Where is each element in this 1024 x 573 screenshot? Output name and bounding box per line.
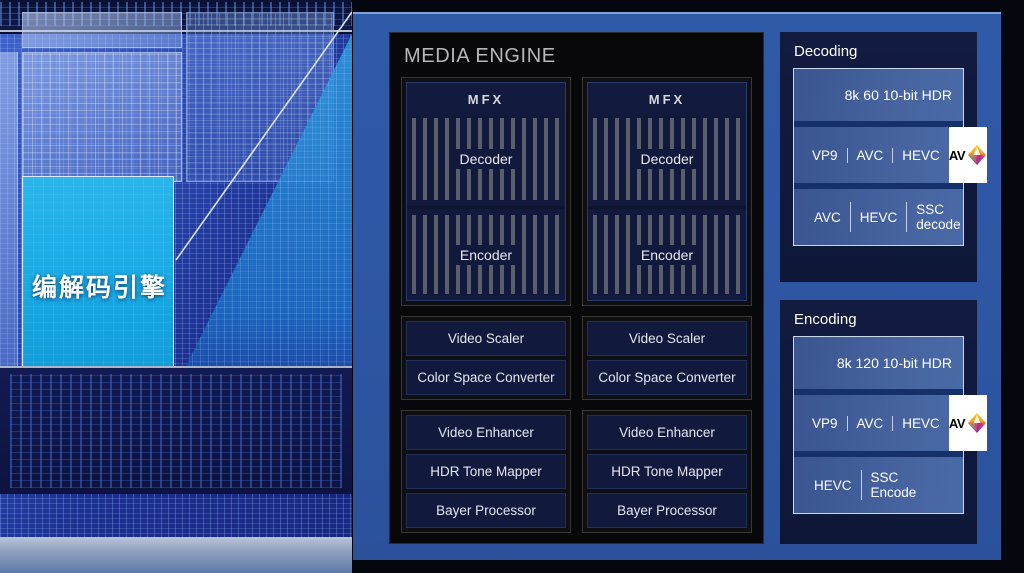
cell-bayer-processor-1[interactable]: Bayer Processor <box>406 493 566 528</box>
cell-video-enhancer-1[interactable]: Video Enhancer <box>406 415 566 450</box>
av1-logo-text-decoding: AV <box>948 147 966 163</box>
mfx-block-2[interactable]: MFX Decoder Encoder <box>582 77 752 306</box>
encoding-extra-band: HEVC SSC Encode <box>794 457 963 513</box>
cell-bayer-processor-2[interactable]: Bayer Processor <box>587 493 747 528</box>
encoding-extra-hevc[interactable]: HEVC <box>805 470 861 500</box>
av1-diamond-icon <box>968 413 987 433</box>
die-block-left-edge <box>0 52 18 372</box>
mfx-label-2: MFX <box>648 92 686 107</box>
die-photo: 编解码引擎 <box>0 0 352 573</box>
encoding-codec-vp9[interactable]: VP9 <box>803 416 847 431</box>
media-engine-column-2: MFX Decoder Encoder Video Scaler Color S… <box>582 77 752 543</box>
cell-color-space-converter-1[interactable]: Color Space Converter <box>406 360 566 395</box>
media-engine-card: MEDIA ENGINE MFX Decoder Encoder Video S… <box>389 32 764 544</box>
mfx-block-1[interactable]: MFX Decoder Encoder <box>401 77 571 306</box>
die-package-edge <box>0 537 352 573</box>
cell-video-enhancer-2[interactable]: Video Enhancer <box>587 415 747 450</box>
encoding-codec-avc[interactable]: AVC <box>846 415 893 431</box>
cell-color-space-converter-2[interactable]: Color Space Converter <box>587 360 747 395</box>
encoding-codec-hevc[interactable]: HEVC <box>892 415 949 431</box>
decoding-extra-ssc[interactable]: SSC decode <box>906 202 969 232</box>
mfx-inner-2: MFX Decoder Encoder <box>587 82 747 301</box>
decoding-codec-avc[interactable]: AVC <box>846 147 893 163</box>
media-engine-columns: MFX Decoder Encoder Video Scaler Color S… <box>390 77 763 543</box>
mfx-encoder-band-1: Encoder <box>407 206 565 300</box>
cell-video-scaler-2[interactable]: Video Scaler <box>587 321 747 356</box>
decoding-codec-band: VP9 AVC HEVC AV <box>794 127 988 183</box>
media-engine-panel: MEDIA ENGINE MFX Decoder Encoder Video S… <box>353 12 1001 560</box>
cell-hdr-tone-mapper-2[interactable]: HDR Tone Mapper <box>587 454 747 489</box>
decoding-codec-hevc[interactable]: HEVC <box>892 147 949 163</box>
encoding-spec-text: 8k 120 10-bit HDR <box>836 355 952 371</box>
mfx-decoder-label-2: Decoder <box>634 149 700 169</box>
decoding-spec-band: 8k 60 10-bit HDR <box>794 69 963 121</box>
encoding-title: Encoding <box>794 311 857 328</box>
decoding-title: Decoding <box>794 43 858 60</box>
decoding-extra-band: AVC HEVC SSC decode <box>794 189 963 245</box>
mfx-encoder-band-2: Encoder <box>588 206 746 300</box>
cell-hdr-tone-mapper-1[interactable]: HDR Tone Mapper <box>406 454 566 489</box>
encoding-extra-ssc[interactable]: SSC Encode <box>860 470 952 500</box>
cell-video-scaler-1[interactable]: Video Scaler <box>406 321 566 356</box>
scaler-group-2: Video Scaler Color Space Converter <box>582 316 752 400</box>
mfx-decoder-band-2: Decoder <box>588 112 746 206</box>
encoding-codec-list: VP9 AVC HEVC <box>794 395 949 451</box>
decoding-codec-list: VP9 AVC HEVC <box>794 127 949 183</box>
decoding-extra-hevc[interactable]: HEVC <box>849 202 907 232</box>
die-block-cache <box>22 52 182 182</box>
av1-diamond-icon <box>968 145 987 165</box>
decoding-av1-logo[interactable]: AV <box>948 127 988 183</box>
decoding-panel: Decoding 8k 60 10-bit HDR VP9 AVC HEVC A… <box>780 32 988 282</box>
mfx-inner-1: MFX Decoder Encoder <box>406 82 566 301</box>
mfx-encoder-label-1: Encoder <box>453 244 519 265</box>
encoding-av1-logo[interactable]: AV <box>948 395 988 451</box>
media-engine-title: MEDIA ENGINE <box>404 45 556 67</box>
encoding-codec-band: VP9 AVC HEVC AV <box>794 395 988 451</box>
slide-canvas: 编解码引擎 MEDIA ENGINE MFX Decoder Encoder V… <box>0 0 1024 573</box>
mfx-decoder-label-1: Decoder <box>453 149 519 169</box>
die-highlight-label: 编解码引擎 <box>32 274 168 302</box>
media-engine-column-1: MFX Decoder Encoder Video Scaler Color S… <box>401 77 571 543</box>
decoding-codec-vp9[interactable]: VP9 <box>803 148 847 163</box>
enhancer-group-1: Video Enhancer HDR Tone Mapper Bayer Pro… <box>401 410 571 533</box>
decoding-spec-text: 8k 60 10-bit HDR <box>844 87 952 103</box>
encoding-box: 8k 120 10-bit HDR VP9 AVC HEVC AV HEVC S… <box>793 336 988 514</box>
mfx-decoder-band-1: Decoder <box>407 112 565 206</box>
die-block-upper <box>22 12 182 48</box>
av1-logo-text-encoding: AV <box>948 415 966 431</box>
encoding-panel: Encoding 8k 120 10-bit HDR VP9 AVC HEVC … <box>780 300 988 544</box>
enhancer-group-2: Video Enhancer HDR Tone Mapper Bayer Pro… <box>582 410 752 533</box>
decoding-box: 8k 60 10-bit HDR VP9 AVC HEVC AV AVC HEV… <box>793 68 988 246</box>
die-lower-section <box>0 366 352 494</box>
scaler-group-1: Video Scaler Color Space Converter <box>401 316 571 400</box>
mfx-label-1: MFX <box>467 92 505 107</box>
decoding-extra-avc[interactable]: AVC <box>805 202 850 232</box>
mfx-encoder-label-2: Encoder <box>634 244 700 265</box>
encoding-spec-band: 8k 120 10-bit HDR <box>794 337 963 389</box>
